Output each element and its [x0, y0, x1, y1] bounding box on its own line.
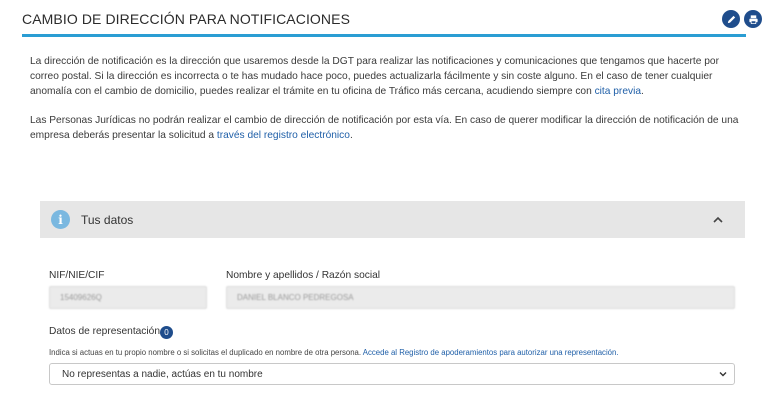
header-divider — [22, 34, 746, 37]
page-title: CAMBIO DE DIRECCIÓN PARA NOTIFICACIONES — [22, 11, 351, 27]
panel-title: Tus datos — [81, 213, 134, 227]
intro-text-end: . — [641, 86, 644, 97]
edit-icon — [727, 15, 735, 23]
legal-entities-text: Las Personas Jurídicas no podrán realiza… — [30, 115, 739, 141]
page-header: CAMBIO DE DIRECCIÓN PARA NOTIFICACIONES — [22, 8, 746, 36]
name-label: Nombre y apellidos / Razón social — [226, 270, 381, 281]
chevron-up-icon[interactable] — [711, 213, 725, 227]
representation-hint: Indica si actuas en tu propio nombre o s… — [49, 348, 619, 357]
representation-label: Datos de representación — [49, 326, 160, 337]
legal-entities-paragraph: Las Personas Jurídicas no podrán realiza… — [30, 113, 750, 143]
cita-previa-link[interactable]: cita previa — [595, 86, 641, 97]
tus-datos-panel-header[interactable]: i Tus datos — [40, 201, 745, 238]
chevron-down-icon — [719, 372, 727, 377]
representation-select[interactable]: No representas a nadie, actúas en tu nom… — [49, 363, 735, 385]
info-icon: i — [51, 210, 70, 229]
registro-electronico-link[interactable]: través del registro electrónico — [217, 130, 350, 141]
name-field: DANIEL BLANCO PEDREGOSA — [226, 286, 735, 309]
nif-field: 15409626Q — [49, 286, 207, 309]
nif-label: NIF/NIE/CIF — [49, 270, 105, 281]
registro-apoderamientos-link[interactable]: Accede al Registro de apoderamientos par… — [363, 348, 619, 357]
hint-text: Indica si actuas en tu propio nombre o s… — [49, 348, 363, 357]
intro-paragraph: La dirección de notificación es la direc… — [30, 54, 750, 99]
representation-selected-value: No representas a nadie, actúas en tu nom… — [62, 369, 263, 380]
print-button[interactable] — [744, 10, 762, 28]
edit-button[interactable] — [722, 10, 740, 28]
print-icon — [748, 14, 758, 24]
legal-entities-text-end: . — [349, 130, 353, 141]
representation-info-badge[interactable]: 0 — [160, 326, 173, 339]
